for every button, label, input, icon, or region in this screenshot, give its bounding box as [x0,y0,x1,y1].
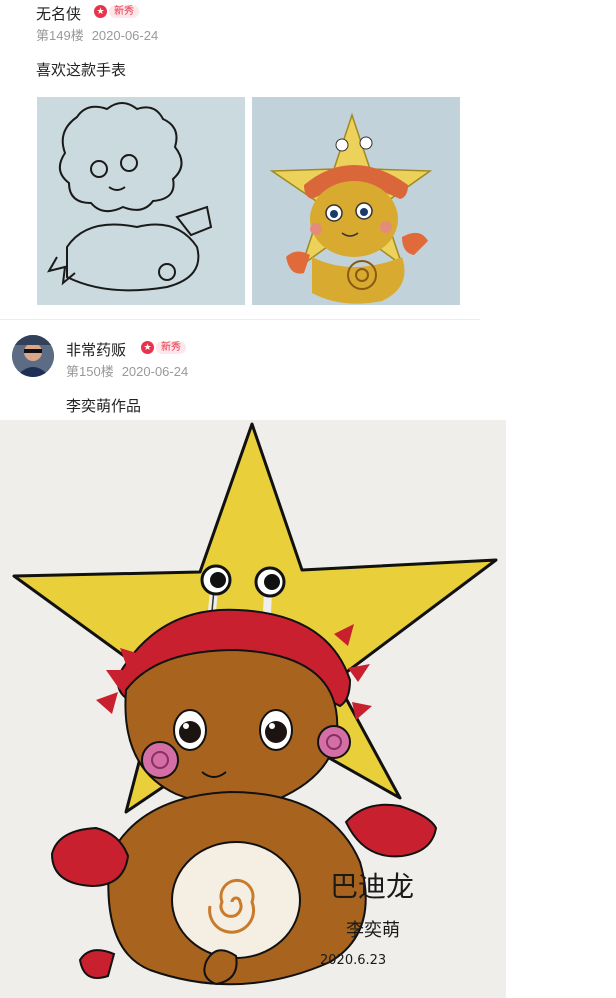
star-icon: ★ [94,5,107,18]
post-divider [0,319,480,320]
post-date: 2020-06-24 [91,28,159,43]
floor-number: 第150楼 [66,364,114,379]
post-text: 李奕萌作品 [66,398,142,415]
rookie-badge: ★ 新秀 [141,340,186,355]
post-meta: 第150楼 2020-06-24 [66,361,188,380]
post-text: 喜欢这款手表 [36,62,127,79]
svg-text:2020.6.23: 2020.6.23 [320,953,386,968]
star-character-drawing-image[interactable]: 巴迪龙 李奕萌 2020.6.23 [0,420,506,998]
username[interactable]: 无名侠 [36,3,81,24]
sketch-drawing-image[interactable] [37,97,245,305]
star-icon: ★ [141,341,154,354]
username[interactable]: 非常药贩 [66,339,126,360]
avatar[interactable] [12,335,54,377]
post-date: 2020-06-24 [121,364,189,379]
floor-number: 第149楼 [36,28,84,43]
svg-text:李奕萌: 李奕萌 [346,920,400,941]
badge-label: 新秀 [109,5,139,18]
rookie-badge: ★ 新秀 [94,4,139,19]
badge-label: 新秀 [156,341,186,354]
colored-drawing-image[interactable] [252,97,460,305]
svg-text:巴迪龙: 巴迪龙 [330,870,414,903]
post-meta: 第149楼 2020-06-24 [36,25,158,44]
